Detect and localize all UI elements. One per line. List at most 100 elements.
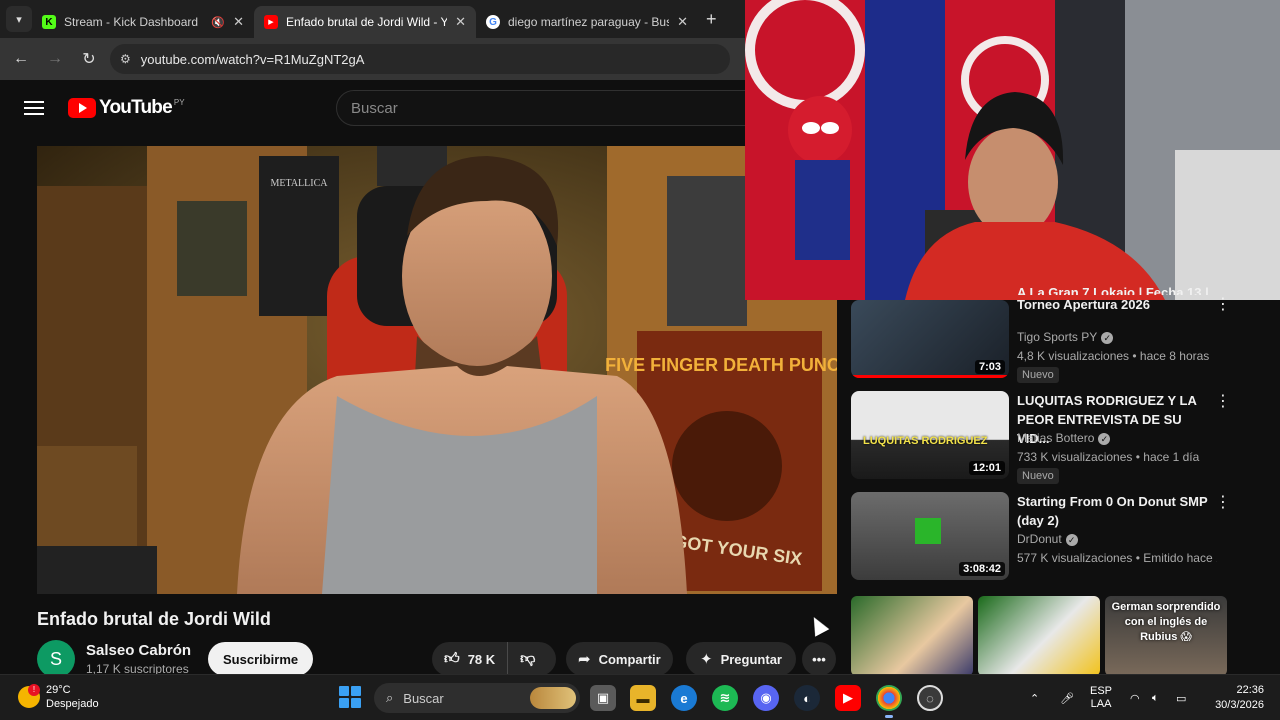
tab-search-button[interactable]: ▾	[6, 6, 32, 32]
wifi-icon[interactable]: ◠	[1130, 675, 1140, 720]
clock-date: 30/3/2026	[1215, 699, 1264, 711]
more-horizontal-icon: •••	[812, 651, 826, 667]
dislike-button[interactable]: 👎︎	[508, 650, 547, 668]
tab-google-search[interactable]: G diego martínez paraguay - Buscar con G…	[476, 6, 698, 38]
channel-name[interactable]: DrDonut ✓	[1017, 532, 1078, 546]
volume-icon[interactable]: 🔈︎	[1152, 675, 1159, 720]
share-button[interactable]: ➦ Compartir	[566, 642, 673, 676]
close-tab-icon[interactable]: ✕	[677, 14, 688, 30]
spotify-icon[interactable]: ≋	[712, 685, 738, 711]
channel-label: Matias Bottero	[1017, 431, 1095, 445]
video-title: A La Gran 7 Lokajo | Fecha 13 | Torneo A…	[1017, 285, 1213, 314]
channel-name[interactable]: Tigo Sports PY ✓	[1017, 330, 1114, 344]
like-button[interactable]: 👍︎ 78 K	[432, 642, 509, 676]
search-label: Buscar	[403, 690, 444, 706]
new-badge: Nuevo	[1017, 468, 1059, 484]
country-code: PY	[173, 97, 185, 107]
sparkle-icon: ✦	[700, 651, 713, 668]
site-info-icon[interactable]: ⚙	[120, 52, 131, 66]
video-thumbnail[interactable]: 3:08:42	[851, 492, 1009, 580]
reload-icon[interactable]: ↻	[72, 49, 106, 69]
recommended-video[interactable]: 7:03 A La Gran 7 Lokajo | Fecha 13 | Tor…	[851, 285, 1251, 386]
more-actions-button[interactable]: •••	[802, 642, 836, 676]
svg-text:METALLICA: METALLICA	[271, 178, 329, 189]
new-tab-button[interactable]: +	[706, 9, 717, 30]
edge-browser-icon[interactable]: e	[671, 685, 697, 711]
obs-icon[interactable]: ◌	[917, 685, 943, 711]
webcam-overlay	[745, 0, 1280, 300]
url-text: youtube.com/watch?v=R1MuZgNT2gA	[140, 51, 365, 67]
video-duration: 3:08:42	[959, 562, 1005, 576]
tab-title: Enfado brutal de Jordi Wild - YouTube	[286, 15, 448, 29]
minecraft-block	[915, 518, 941, 544]
channel-label: Tigo Sports PY	[1017, 330, 1098, 344]
channel-avatar[interactable]: S	[37, 640, 75, 678]
close-tab-icon[interactable]: ✕	[233, 14, 244, 30]
address-bar[interactable]: ⚙ youtube.com/watch?v=R1MuZgNT2gA	[110, 44, 730, 74]
youtube-favicon-icon: ▶	[264, 15, 278, 29]
short-thumbnail[interactable]	[978, 596, 1100, 676]
muted-speaker-icon[interactable]: 🔇	[211, 16, 225, 29]
youtube-logo[interactable]: YouTube PY	[68, 97, 185, 119]
search-icon: ⌕	[386, 690, 394, 705]
subscribe-button[interactable]: Suscribirme	[208, 642, 314, 676]
thumbs-down-icon: 👎︎	[520, 650, 536, 667]
video-player[interactable]: METALLICA FIVE FINGER DEATH PUNCH GOT YO…	[37, 146, 837, 594]
more-vertical-icon[interactable]: ⋮	[1215, 294, 1231, 314]
kick-favicon-icon: K	[42, 15, 56, 29]
video-title: Starting From 0 On Donut SMP (day 2)	[1017, 492, 1213, 530]
language-indicator[interactable]: ESP LAA	[1090, 675, 1112, 720]
title-line: (day 2)	[1017, 513, 1059, 528]
shorts-shelf: German sorprendido con el inglés de Rubi…	[851, 596, 1231, 676]
video-thumbnail[interactable]: 7:03	[851, 300, 1009, 378]
more-vertical-icon[interactable]: ⋮	[1215, 492, 1231, 512]
recommended-video[interactable]: LUQUITAS RODRIGUEZ 12:01 LUQUITAS RODRIG…	[851, 391, 1251, 487]
weather-widget[interactable]: ! 29°C Despejado	[18, 683, 99, 711]
system-clock[interactable]: 22:36 30/3/2026	[1208, 683, 1264, 713]
watch-progress-bar	[851, 375, 1009, 378]
short-thumbnail[interactable]	[851, 596, 973, 676]
task-view-icon[interactable]: ▣	[590, 685, 616, 711]
browser-tab-bar: ▾ K Stream - Kick Dashboard 🔇 ✕ ▶ Enfado…	[0, 0, 745, 38]
menu-icon[interactable]	[24, 101, 44, 115]
tray-overflow-icon[interactable]: ⌃	[1030, 675, 1039, 720]
video-meta: 577 K visualizaciones • Emitido hace 1 a…	[1017, 551, 1217, 565]
file-explorer-icon[interactable]: ▬	[630, 685, 656, 711]
forward-arrow-icon[interactable]: →	[38, 50, 72, 68]
more-vertical-icon[interactable]: ⋮	[1215, 391, 1231, 411]
video-title: Enfado brutal de Jordi Wild	[37, 609, 271, 629]
like-dislike-group: 👍︎ 78 K 👎︎	[432, 642, 556, 676]
discord-icon[interactable]: ◉	[753, 685, 779, 711]
channel-label: DrDonut	[1017, 532, 1062, 546]
back-arrow-icon[interactable]: ←	[4, 50, 38, 68]
mouse-cursor-icon	[806, 613, 830, 637]
microphone-icon[interactable]: 🎤︎	[1060, 675, 1074, 720]
windows-taskbar: ! 29°C Despejado ⌕ Buscar ▣ ▬ e ≋ ◉ ◐ ▶ …	[0, 674, 1280, 720]
channel-name[interactable]: Salseo Cabrón	[86, 642, 191, 659]
title-line: Starting From 0 On Donut SMP	[1017, 494, 1208, 509]
channel-name[interactable]: Matias Bottero ✓	[1017, 431, 1111, 445]
tab-title: Stream - Kick Dashboard	[64, 15, 199, 29]
browser-toolbar: ← → ↻ ⚙ youtube.com/watch?v=R1MuZgNT2gA	[0, 38, 745, 80]
keyboard-layout: LAA	[1090, 698, 1112, 710]
temperature: 29°C	[46, 684, 71, 696]
close-tab-icon[interactable]: ✕	[455, 14, 466, 30]
thumbs-up-icon: 👍︎	[444, 650, 460, 667]
chrome-icon[interactable]	[876, 685, 902, 718]
steam-icon[interactable]: ◐	[794, 685, 820, 711]
taskbar-search[interactable]: ⌕ Buscar	[374, 683, 580, 713]
youtube-app-icon[interactable]: ▶	[835, 685, 861, 711]
tab-kick-dashboard[interactable]: K Stream - Kick Dashboard 🔇 ✕	[32, 6, 254, 38]
battery-icon[interactable]: ▭	[1176, 675, 1186, 720]
like-count: 78 K	[467, 651, 496, 667]
ask-button[interactable]: ✦ Preguntar	[686, 642, 796, 676]
windows-start-icon[interactable]	[339, 686, 361, 708]
share-label: Compartir	[598, 651, 661, 667]
video-duration: 7:03	[974, 360, 1005, 374]
short-thumbnail[interactable]: German sorprendido con el inglés de Rubi…	[1105, 596, 1227, 676]
search-input[interactable]: Buscar	[336, 90, 756, 126]
video-thumbnail[interactable]: LUQUITAS RODRIGUEZ 12:01	[851, 391, 1009, 479]
recommended-video[interactable]: 3:08:42 Starting From 0 On Donut SMP (da…	[851, 492, 1251, 588]
ask-label: Preguntar	[720, 651, 782, 667]
tab-youtube-video[interactable]: ▶ Enfado brutal de Jordi Wild - YouTube …	[254, 6, 476, 38]
